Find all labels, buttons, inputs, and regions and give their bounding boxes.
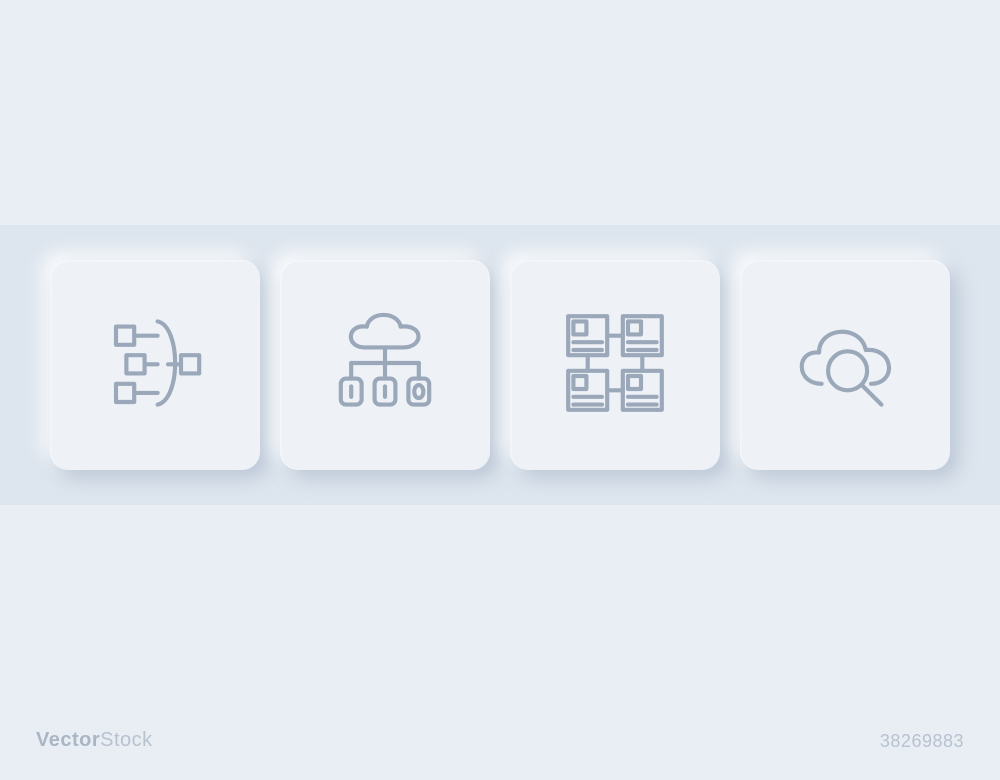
watermark-id: 38269883 [880,731,964,752]
cloud-network-icon [320,298,450,433]
brand-bold: Vector [36,729,100,751]
tile-filter-data [50,260,260,470]
cloud-search-icon [780,298,910,433]
tile-cloud-network [280,260,490,470]
tile-blockchain-grid [510,260,720,470]
blockchain-grid-icon [550,298,680,433]
filter-data-icon [90,298,220,433]
icon-band [0,225,1000,505]
brand-light: Stock [100,729,153,751]
tile-cloud-search [740,260,950,470]
watermark-brand: VectorStock [36,729,153,752]
